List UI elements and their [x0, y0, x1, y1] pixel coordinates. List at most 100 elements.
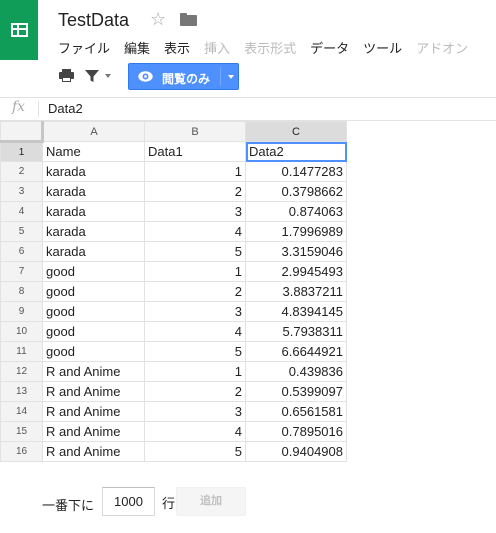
view-only-button[interactable]: 閲覧のみ	[128, 63, 239, 90]
cell-a3[interactable]: karada	[42, 181, 145, 202]
sheets-home-icon[interactable]	[0, 0, 38, 60]
cell-a12[interactable]: R and Anime	[42, 361, 145, 382]
menu-tools[interactable]: ツール	[363, 38, 402, 56]
chevron-down-icon[interactable]	[228, 75, 234, 79]
formula-input[interactable]: Data2	[48, 101, 83, 116]
cell-b5[interactable]: 4	[144, 221, 246, 242]
row-header[interactable]: 15	[0, 421, 43, 442]
toolbar: 閲覧のみ	[0, 62, 496, 94]
cell-a1[interactable]: Name	[42, 141, 145, 162]
table-row: 6 karada 5 3.3159046	[0, 241, 347, 262]
table-row: 13 R and Anime 2 0.5399097	[0, 381, 347, 402]
add-rows-button[interactable]: 追加	[176, 487, 246, 516]
view-only-label: 閲覧のみ	[162, 72, 211, 86]
row-header[interactable]: 8	[0, 281, 43, 302]
row-header[interactable]: 5	[0, 221, 43, 242]
folder-icon[interactable]	[180, 13, 197, 26]
star-icon[interactable]: ☆	[150, 9, 166, 29]
cell-c10[interactable]: 5.7938311	[245, 321, 347, 342]
cell-c1[interactable]: Data2	[245, 141, 347, 162]
document-title[interactable]: TestData	[58, 10, 129, 31]
cell-a6[interactable]: karada	[42, 241, 145, 262]
table-row: 8 good 2 3.8837211	[0, 281, 347, 302]
print-icon[interactable]	[59, 69, 74, 83]
cell-a15[interactable]: R and Anime	[42, 421, 145, 442]
row-header[interactable]: 9	[0, 301, 43, 322]
row-header[interactable]: 3	[0, 181, 43, 202]
cell-c12[interactable]: 0.439836	[245, 361, 347, 382]
menu-addons: アドオン	[416, 41, 469, 56]
table-row: 9 good 3 4.8394145	[0, 301, 347, 322]
cell-b2[interactable]: 1	[144, 161, 246, 182]
row-header[interactable]: 10	[0, 321, 43, 342]
column-header[interactable]: A	[42, 121, 145, 142]
row-header[interactable]: 1	[0, 141, 43, 162]
row-header[interactable]: 16	[0, 441, 43, 462]
cell-c14[interactable]: 0.6561581	[245, 401, 347, 422]
row-count-input[interactable]	[102, 487, 155, 516]
cell-a11[interactable]: good	[42, 341, 145, 362]
cell-b16[interactable]: 5	[144, 441, 246, 462]
menu-view[interactable]: 表示	[164, 38, 190, 56]
cell-c4[interactable]: 0.874063	[245, 201, 347, 222]
row-header[interactable]: 2	[0, 161, 43, 182]
menu-data[interactable]: データ	[310, 38, 349, 56]
cell-b6[interactable]: 5	[144, 241, 246, 262]
cell-c3[interactable]: 0.3798662	[245, 181, 347, 202]
row-header[interactable]: 13	[0, 381, 43, 402]
cell-b4[interactable]: 3	[144, 201, 246, 222]
row-header[interactable]: 6	[0, 241, 43, 262]
column-header[interactable]: B	[144, 121, 246, 142]
cell-b11[interactable]: 5	[144, 341, 246, 362]
row-header[interactable]: 4	[0, 201, 43, 222]
cell-a8[interactable]: good	[42, 281, 145, 302]
cell-a13[interactable]: R and Anime	[42, 381, 145, 402]
fx-icon: fx	[12, 99, 26, 115]
cell-b7[interactable]: 1	[144, 261, 246, 282]
row-header[interactable]: 14	[0, 401, 43, 422]
table-row: 16 R and Anime 5 0.9404908	[0, 441, 347, 462]
table-row: 10 good 4 5.7938311	[0, 321, 347, 342]
button-divider	[220, 67, 221, 86]
cell-c9[interactable]: 4.8394145	[245, 301, 347, 322]
cell-c6[interactable]: 3.3159046	[245, 241, 347, 262]
cell-b13[interactable]: 2	[144, 381, 246, 402]
cell-b12[interactable]: 1	[144, 361, 246, 382]
cell-a16[interactable]: R and Anime	[42, 441, 145, 462]
cell-b15[interactable]: 4	[144, 421, 246, 442]
row-header[interactable]: 7	[0, 261, 43, 282]
cell-c13[interactable]: 0.5399097	[245, 381, 347, 402]
column-header[interactable]: C	[245, 121, 347, 142]
cell-a5[interactable]: karada	[42, 221, 145, 242]
cell-c8[interactable]: 3.8837211	[245, 281, 347, 302]
cell-b10[interactable]: 4	[144, 321, 246, 342]
cell-a2[interactable]: karada	[42, 161, 145, 182]
cell-b14[interactable]: 3	[144, 401, 246, 422]
cell-a10[interactable]: good	[42, 321, 145, 342]
cell-c11[interactable]: 6.6644921	[245, 341, 347, 362]
grid-body: 1 Name Data1 Data2 2 karada 1 0.1477283 3 karada 2…	[0, 141, 347, 462]
cell-c15[interactable]: 0.7895016	[245, 421, 347, 442]
menu-edit[interactable]: 編集	[124, 38, 150, 56]
cell-c7[interactable]: 2.9945493	[245, 261, 347, 282]
cell-b9[interactable]: 3	[144, 301, 246, 322]
row-header[interactable]: 11	[0, 341, 43, 362]
cell-a9[interactable]: good	[42, 301, 145, 322]
cell-b3[interactable]: 2	[144, 181, 246, 202]
cell-c2[interactable]: 0.1477283	[245, 161, 347, 182]
filter-icon[interactable]	[84, 68, 100, 84]
cell-a4[interactable]: karada	[42, 201, 145, 222]
row-header[interactable]: 12	[0, 361, 43, 382]
cell-a14[interactable]: R and Anime	[42, 401, 145, 422]
filter-dropdown-caret-icon[interactable]	[105, 74, 111, 78]
menu-format: 表示形式	[244, 41, 297, 56]
cell-b1[interactable]: Data1	[144, 141, 246, 162]
menu-insert: 挿入	[204, 41, 231, 56]
cell-a7[interactable]: good	[42, 261, 145, 282]
cell-c16[interactable]: 0.9404908	[245, 441, 347, 462]
cell-b8[interactable]: 2	[144, 281, 246, 302]
formula-bar: fx Data2	[0, 97, 496, 121]
menu-file[interactable]: ファイル	[58, 38, 110, 56]
cell-c5[interactable]: 1.7996989	[245, 221, 347, 242]
select-all-corner[interactable]	[0, 121, 44, 143]
